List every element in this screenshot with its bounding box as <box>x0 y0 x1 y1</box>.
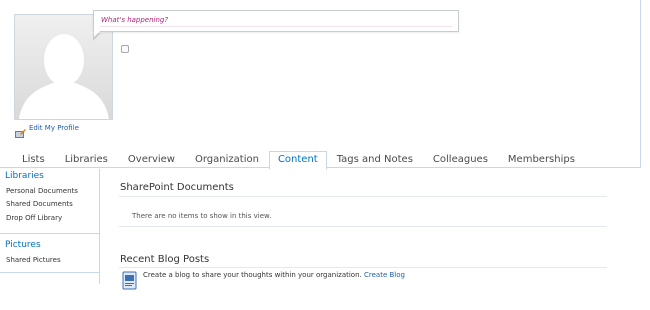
section-title-sharepoint-documents: SharePoint Documents <box>120 182 234 193</box>
tab-overview[interactable]: Overview <box>118 151 185 168</box>
status-divider <box>100 26 452 27</box>
profile-panel: What's happening? Edit My Profile Lists … <box>0 0 641 170</box>
nav-item-shared-documents[interactable]: Shared Documents <box>6 200 73 208</box>
section-divider <box>119 196 607 197</box>
create-blog-link[interactable]: Create Blog <box>364 271 405 279</box>
profile-tabs: Lists Libraries Overview Organization Co… <box>12 151 585 170</box>
section-divider <box>119 267 607 268</box>
nav-divider <box>0 272 100 273</box>
documents-empty-message: There are no items to show in this view. <box>132 212 272 220</box>
blog-document-icon <box>122 271 138 291</box>
tab-lists[interactable]: Lists <box>12 151 55 168</box>
tab-colleagues[interactable]: Colleagues <box>423 151 498 168</box>
edit-profile-icon <box>15 123 26 138</box>
status-update-box[interactable]: What's happening? <box>93 10 459 41</box>
tab-organization[interactable]: Organization <box>185 151 269 168</box>
nav-heading-libraries[interactable]: Libraries <box>5 171 44 181</box>
tab-memberships[interactable]: Memberships <box>498 151 585 168</box>
section-title-recent-blog-posts: Recent Blog Posts <box>120 254 210 265</box>
nav-item-drop-off-library[interactable]: Drop Off Library <box>6 214 62 222</box>
edit-profile-label[interactable]: Edit My Profile <box>29 124 79 132</box>
nav-divider <box>0 233 100 234</box>
edit-profile-link[interactable]: Edit My Profile <box>15 122 79 138</box>
create-blog-prompt: Create a blog to share your thoughts wit… <box>143 271 405 279</box>
tab-tags-and-notes[interactable]: Tags and Notes <box>327 151 423 168</box>
nav-item-shared-pictures[interactable]: Shared Pictures <box>6 256 61 264</box>
status-checkbox[interactable] <box>121 45 129 53</box>
nav-heading-pictures[interactable]: Pictures <box>5 240 41 250</box>
tab-libraries[interactable]: Libraries <box>55 151 118 168</box>
tab-content[interactable]: Content <box>268 151 327 170</box>
nav-item-personal-documents[interactable]: Personal Documents <box>6 187 78 195</box>
section-divider <box>119 226 607 227</box>
quick-launch-nav: Libraries Personal Documents Shared Docu… <box>0 169 100 284</box>
create-blog-description: Create a blog to share your thoughts wit… <box>143 271 362 279</box>
status-placeholder[interactable]: What's happening? <box>101 16 168 24</box>
